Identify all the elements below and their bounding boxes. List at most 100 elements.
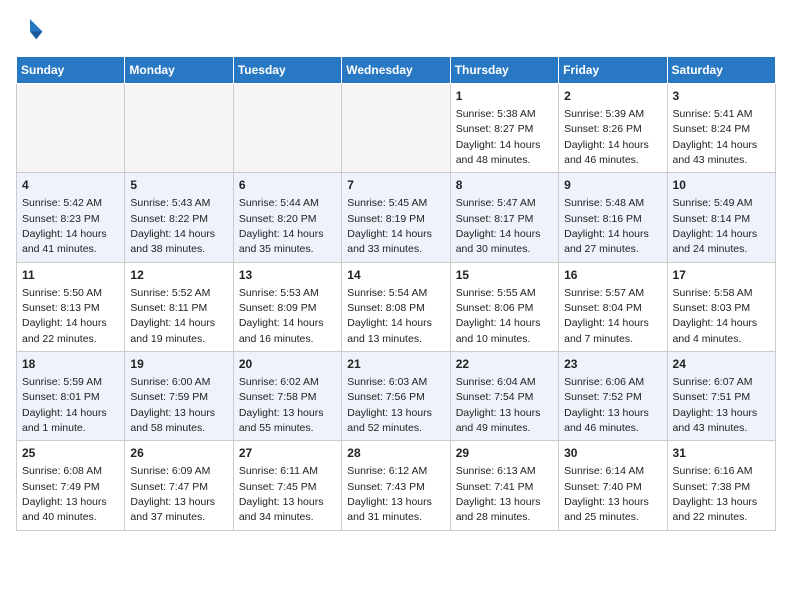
calendar-cell: 12 Sunrise: 5:52 AMSunset: 8:11 PMDaylig…	[125, 262, 233, 351]
calendar-cell: 15 Sunrise: 5:55 AMSunset: 8:06 PMDaylig…	[450, 262, 558, 351]
day-info: Sunrise: 6:06 AMSunset: 7:52 PMDaylight:…	[564, 376, 649, 434]
calendar-cell: 26 Sunrise: 6:09 AMSunset: 7:47 PMDaylig…	[125, 441, 233, 530]
day-info: Sunrise: 6:09 AMSunset: 7:47 PMDaylight:…	[130, 465, 215, 523]
day-info: Sunrise: 6:08 AMSunset: 7:49 PMDaylight:…	[22, 465, 107, 523]
day-number: 10	[673, 177, 770, 194]
calendar-week-5: 25 Sunrise: 6:08 AMSunset: 7:49 PMDaylig…	[17, 441, 776, 530]
calendar-header-thursday: Thursday	[450, 57, 558, 84]
day-info: Sunrise: 5:58 AMSunset: 8:03 PMDaylight:…	[673, 287, 758, 345]
calendar-cell: 4 Sunrise: 5:42 AMSunset: 8:23 PMDayligh…	[17, 173, 125, 262]
day-number: 22	[456, 356, 553, 373]
calendar-cell: 25 Sunrise: 6:08 AMSunset: 7:49 PMDaylig…	[17, 441, 125, 530]
day-number: 19	[130, 356, 227, 373]
calendar-cell: 18 Sunrise: 5:59 AMSunset: 8:01 PMDaylig…	[17, 352, 125, 441]
calendar-cell: 21 Sunrise: 6:03 AMSunset: 7:56 PMDaylig…	[342, 352, 450, 441]
calendar-cell	[17, 84, 125, 173]
day-number: 20	[239, 356, 336, 373]
calendar-week-4: 18 Sunrise: 5:59 AMSunset: 8:01 PMDaylig…	[17, 352, 776, 441]
calendar-cell	[233, 84, 341, 173]
calendar-cell: 29 Sunrise: 6:13 AMSunset: 7:41 PMDaylig…	[450, 441, 558, 530]
day-number: 28	[347, 445, 444, 462]
day-info: Sunrise: 6:03 AMSunset: 7:56 PMDaylight:…	[347, 376, 432, 434]
day-info: Sunrise: 5:55 AMSunset: 8:06 PMDaylight:…	[456, 287, 541, 345]
day-info: Sunrise: 5:52 AMSunset: 8:11 PMDaylight:…	[130, 287, 215, 345]
day-info: Sunrise: 5:44 AMSunset: 8:20 PMDaylight:…	[239, 197, 324, 255]
day-number: 30	[564, 445, 661, 462]
calendar-cell: 7 Sunrise: 5:45 AMSunset: 8:19 PMDayligh…	[342, 173, 450, 262]
calendar-cell: 19 Sunrise: 6:00 AMSunset: 7:59 PMDaylig…	[125, 352, 233, 441]
day-number: 31	[673, 445, 770, 462]
calendar-cell: 9 Sunrise: 5:48 AMSunset: 8:16 PMDayligh…	[559, 173, 667, 262]
calendar-header-friday: Friday	[559, 57, 667, 84]
day-number: 21	[347, 356, 444, 373]
day-number: 17	[673, 267, 770, 284]
day-info: Sunrise: 6:04 AMSunset: 7:54 PMDaylight:…	[456, 376, 541, 434]
calendar-cell: 1 Sunrise: 5:38 AMSunset: 8:27 PMDayligh…	[450, 84, 558, 173]
day-number: 4	[22, 177, 119, 194]
day-number: 24	[673, 356, 770, 373]
logo-icon	[16, 16, 44, 44]
day-info: Sunrise: 6:14 AMSunset: 7:40 PMDaylight:…	[564, 465, 649, 523]
day-number: 26	[130, 445, 227, 462]
day-info: Sunrise: 5:45 AMSunset: 8:19 PMDaylight:…	[347, 197, 432, 255]
day-info: Sunrise: 5:42 AMSunset: 8:23 PMDaylight:…	[22, 197, 107, 255]
day-number: 6	[239, 177, 336, 194]
calendar-header-wednesday: Wednesday	[342, 57, 450, 84]
calendar-header-row: SundayMondayTuesdayWednesdayThursdayFrid…	[17, 57, 776, 84]
calendar-week-3: 11 Sunrise: 5:50 AMSunset: 8:13 PMDaylig…	[17, 262, 776, 351]
calendar-table: SundayMondayTuesdayWednesdayThursdayFrid…	[16, 56, 776, 531]
calendar-cell: 27 Sunrise: 6:11 AMSunset: 7:45 PMDaylig…	[233, 441, 341, 530]
day-info: Sunrise: 6:02 AMSunset: 7:58 PMDaylight:…	[239, 376, 324, 434]
calendar-cell: 11 Sunrise: 5:50 AMSunset: 8:13 PMDaylig…	[17, 262, 125, 351]
day-info: Sunrise: 5:41 AMSunset: 8:24 PMDaylight:…	[673, 108, 758, 166]
calendar-header-monday: Monday	[125, 57, 233, 84]
day-info: Sunrise: 5:43 AMSunset: 8:22 PMDaylight:…	[130, 197, 215, 255]
calendar-cell: 30 Sunrise: 6:14 AMSunset: 7:40 PMDaylig…	[559, 441, 667, 530]
calendar-cell: 23 Sunrise: 6:06 AMSunset: 7:52 PMDaylig…	[559, 352, 667, 441]
calendar-cell: 6 Sunrise: 5:44 AMSunset: 8:20 PMDayligh…	[233, 173, 341, 262]
day-number: 18	[22, 356, 119, 373]
day-number: 15	[456, 267, 553, 284]
day-number: 12	[130, 267, 227, 284]
calendar-cell: 24 Sunrise: 6:07 AMSunset: 7:51 PMDaylig…	[667, 352, 775, 441]
calendar-header-tuesday: Tuesday	[233, 57, 341, 84]
calendar-cell: 10 Sunrise: 5:49 AMSunset: 8:14 PMDaylig…	[667, 173, 775, 262]
day-number: 9	[564, 177, 661, 194]
day-info: Sunrise: 5:57 AMSunset: 8:04 PMDaylight:…	[564, 287, 649, 345]
day-info: Sunrise: 5:38 AMSunset: 8:27 PMDaylight:…	[456, 108, 541, 166]
calendar-header-saturday: Saturday	[667, 57, 775, 84]
calendar-cell: 22 Sunrise: 6:04 AMSunset: 7:54 PMDaylig…	[450, 352, 558, 441]
day-info: Sunrise: 6:16 AMSunset: 7:38 PMDaylight:…	[673, 465, 758, 523]
calendar-cell	[342, 84, 450, 173]
logo	[16, 16, 48, 44]
calendar-week-2: 4 Sunrise: 5:42 AMSunset: 8:23 PMDayligh…	[17, 173, 776, 262]
day-number: 7	[347, 177, 444, 194]
day-number: 25	[22, 445, 119, 462]
day-info: Sunrise: 6:00 AMSunset: 7:59 PMDaylight:…	[130, 376, 215, 434]
day-info: Sunrise: 5:39 AMSunset: 8:26 PMDaylight:…	[564, 108, 649, 166]
day-info: Sunrise: 5:53 AMSunset: 8:09 PMDaylight:…	[239, 287, 324, 345]
day-number: 2	[564, 88, 661, 105]
day-info: Sunrise: 6:13 AMSunset: 7:41 PMDaylight:…	[456, 465, 541, 523]
day-number: 14	[347, 267, 444, 284]
day-number: 1	[456, 88, 553, 105]
day-number: 29	[456, 445, 553, 462]
day-number: 27	[239, 445, 336, 462]
calendar-cell: 17 Sunrise: 5:58 AMSunset: 8:03 PMDaylig…	[667, 262, 775, 351]
calendar-cell: 20 Sunrise: 6:02 AMSunset: 7:58 PMDaylig…	[233, 352, 341, 441]
day-info: Sunrise: 6:07 AMSunset: 7:51 PMDaylight:…	[673, 376, 758, 434]
calendar-cell: 3 Sunrise: 5:41 AMSunset: 8:24 PMDayligh…	[667, 84, 775, 173]
calendar-week-1: 1 Sunrise: 5:38 AMSunset: 8:27 PMDayligh…	[17, 84, 776, 173]
calendar-cell: 2 Sunrise: 5:39 AMSunset: 8:26 PMDayligh…	[559, 84, 667, 173]
day-info: Sunrise: 5:48 AMSunset: 8:16 PMDaylight:…	[564, 197, 649, 255]
day-number: 3	[673, 88, 770, 105]
day-number: 16	[564, 267, 661, 284]
calendar-cell: 5 Sunrise: 5:43 AMSunset: 8:22 PMDayligh…	[125, 173, 233, 262]
header	[16, 16, 776, 44]
day-number: 11	[22, 267, 119, 284]
day-number: 23	[564, 356, 661, 373]
calendar-cell: 13 Sunrise: 5:53 AMSunset: 8:09 PMDaylig…	[233, 262, 341, 351]
day-number: 8	[456, 177, 553, 194]
calendar-cell: 16 Sunrise: 5:57 AMSunset: 8:04 PMDaylig…	[559, 262, 667, 351]
day-number: 13	[239, 267, 336, 284]
